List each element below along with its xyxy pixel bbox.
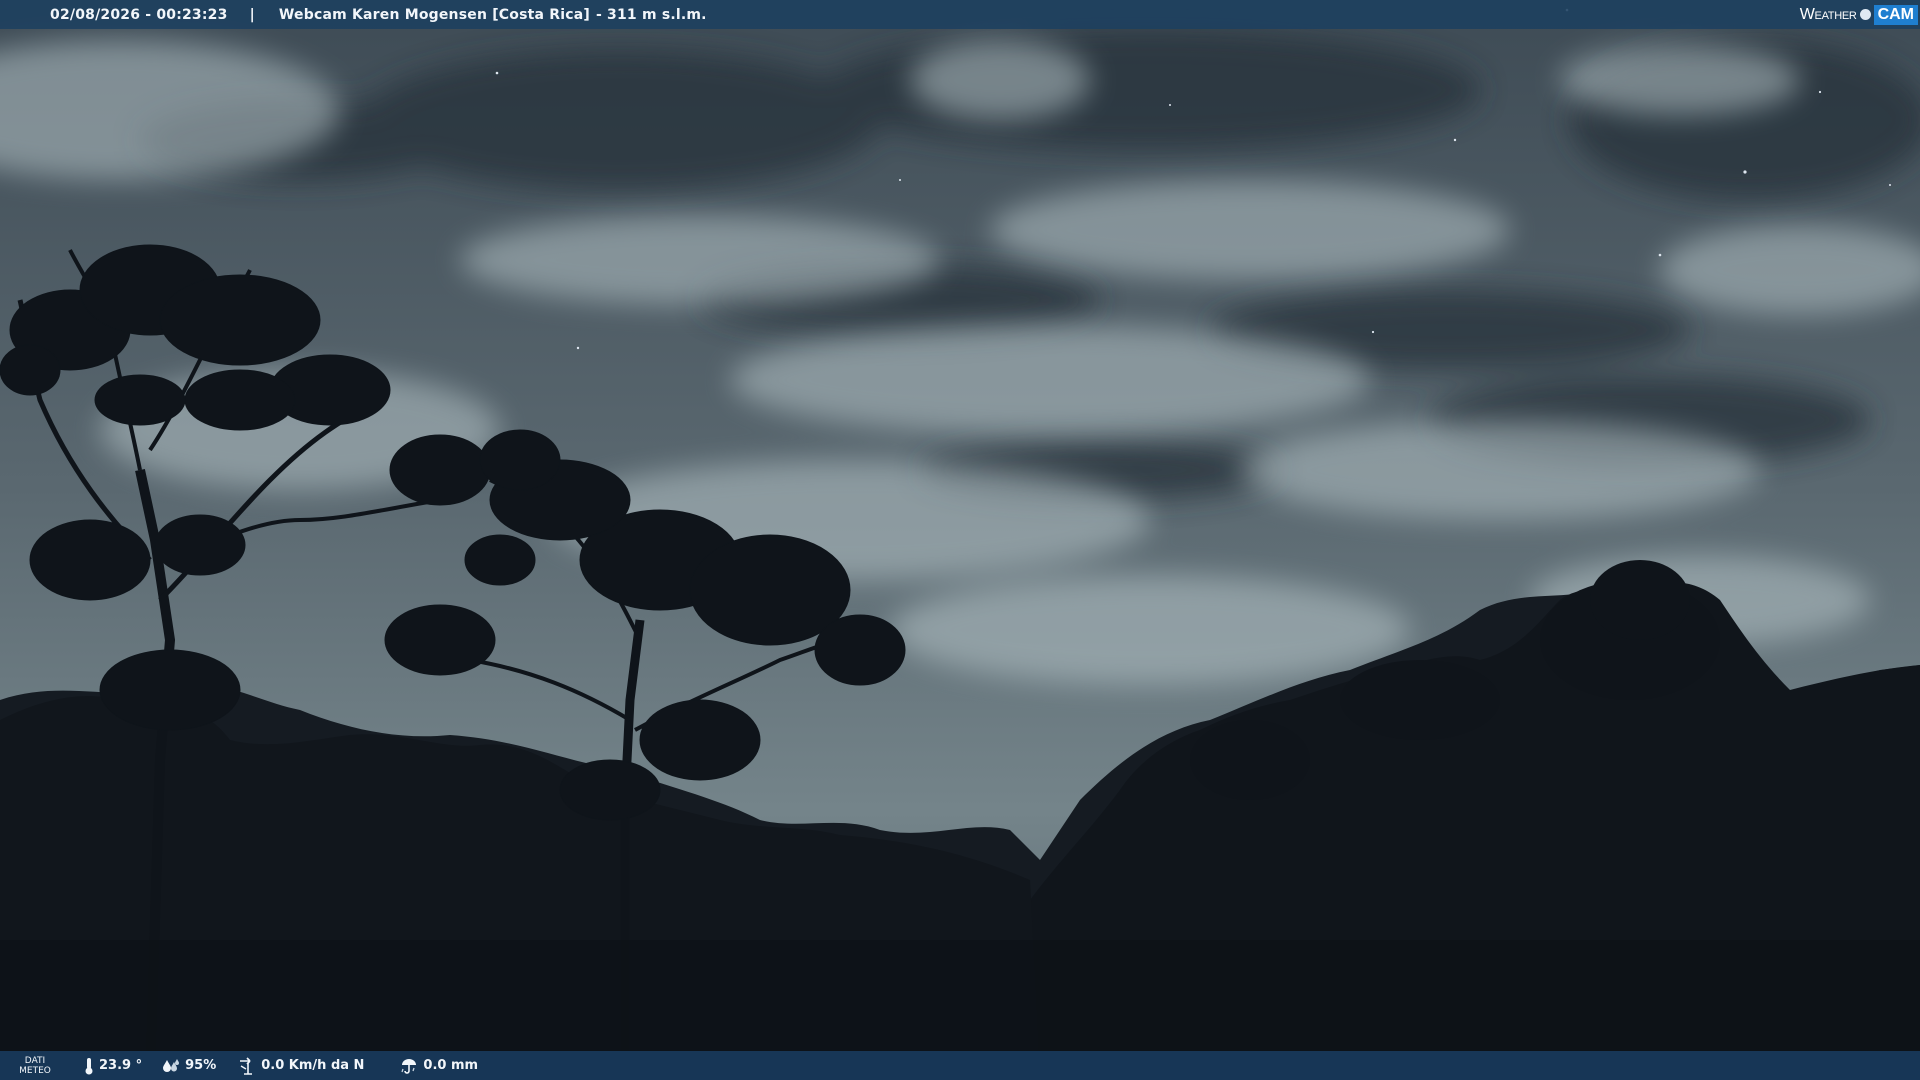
- night-landscape: [0, 0, 1920, 1080]
- thermometer-icon: [85, 1057, 93, 1074]
- rain-gauge-icon: [401, 1058, 417, 1074]
- camera-title: Webcam Karen Mogensen [Costa Rica]: [278, 6, 590, 23]
- header-separator: |: [249, 6, 255, 23]
- rain-reading: 0.0 mm: [400, 1057, 478, 1075]
- capture-datetime: 02/08/2026 - 00:23:23: [50, 6, 228, 23]
- webcam-image: [0, 0, 1920, 1080]
- logo-globe-icon: [1859, 9, 1871, 20]
- wind-vane-icon: [240, 1056, 253, 1075]
- wind-reading: 0.0 Km/h da N: [238, 1056, 365, 1075]
- weathercam-logo: Weather CAM: [1800, 2, 1918, 27]
- weather-data-label: DATI METEO: [6, 1056, 64, 1076]
- weather-data-label-line2: METEO: [19, 1065, 51, 1076]
- logo-cam-text: CAM: [1873, 4, 1918, 25]
- droplets-icon: [163, 1058, 180, 1072]
- camera-altitude: - 311 m s.l.m.: [595, 6, 707, 23]
- humidity-value: 95%: [185, 1058, 217, 1073]
- temperature-value: 23.9 °: [99, 1058, 143, 1073]
- temperature-reading: 23.9 °: [84, 1057, 142, 1075]
- logo-weather-text: Weather: [1799, 5, 1857, 23]
- weather-data-label-line1: DATI: [24, 1055, 46, 1066]
- weather-bar: DATI METEO 23.9 ° 95% 0.0 Km/h da N 0.0 …: [0, 1051, 1920, 1080]
- rain-value: 0.0 mm: [423, 1058, 479, 1073]
- humidity-reading: 95%: [162, 1058, 216, 1074]
- wind-value: 0.0 Km/h da N: [261, 1058, 365, 1073]
- header-bar: 02/08/2026 - 00:23:23 | Webcam Karen Mog…: [0, 0, 1920, 29]
